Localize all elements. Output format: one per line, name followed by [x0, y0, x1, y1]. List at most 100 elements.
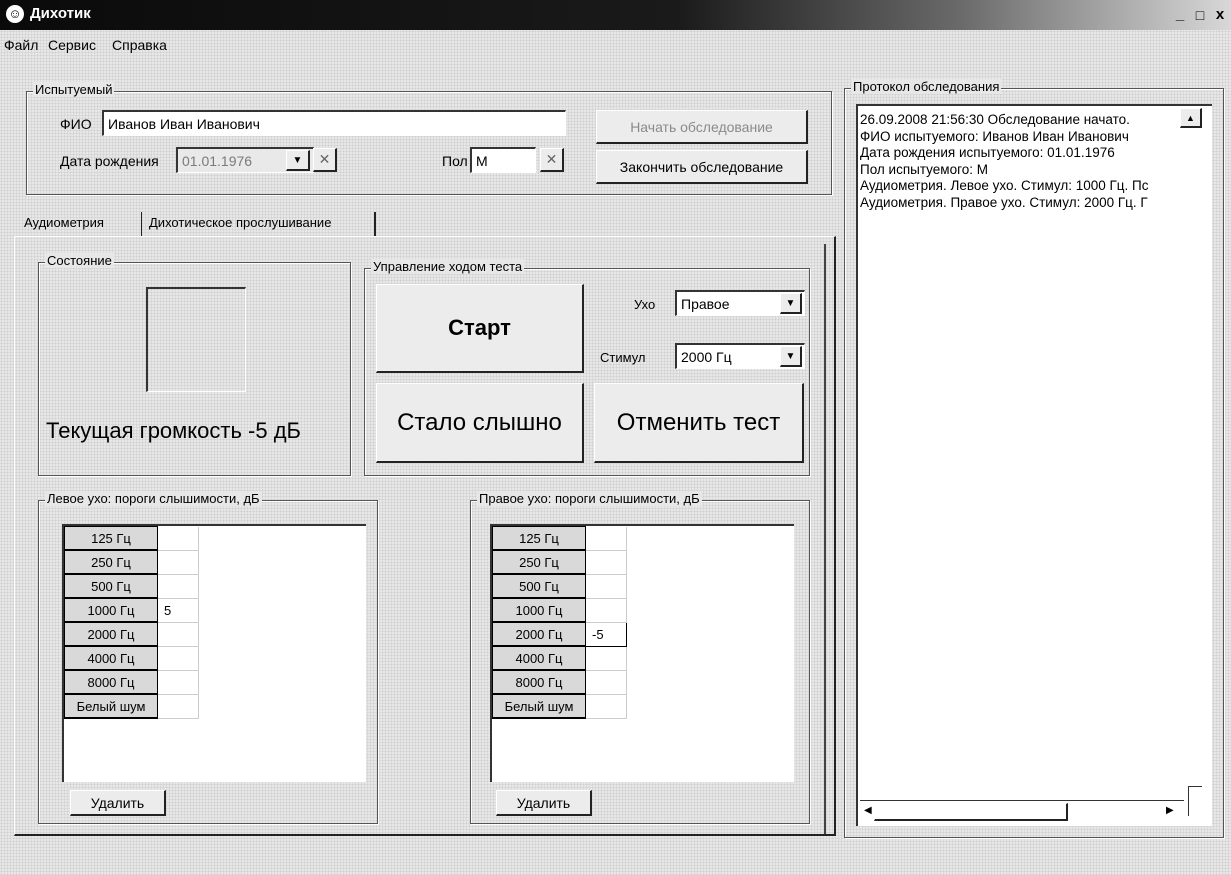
- panel-edge: [824, 244, 826, 834]
- table-row[interactable]: Белый шум: [64, 693, 199, 719]
- end-exam-button[interactable]: Закончить обследование: [596, 150, 808, 184]
- menu-service[interactable]: Сервис: [48, 37, 96, 53]
- ear-label: Ухо: [634, 297, 656, 312]
- freq-header: 1000 Гц: [492, 597, 586, 623]
- scrollbar-thumb[interactable]: [874, 803, 1068, 821]
- table-row[interactable]: 250 Гц: [492, 549, 627, 575]
- threshold-cell[interactable]: [585, 670, 627, 695]
- protocol-log[interactable]: 26.09.2008 21:56:30 Обследование начато.…: [856, 104, 1212, 826]
- table-row[interactable]: 4000 Гц: [492, 645, 627, 671]
- table-row[interactable]: 125 Гц: [64, 526, 199, 551]
- dropdown-arrow-icon[interactable]: ▼: [286, 150, 310, 171]
- freq-header: 2000 Гц: [492, 621, 586, 647]
- table-row[interactable]: 1000 Гц 5: [64, 597, 199, 623]
- table-row[interactable]: Белый шум: [492, 693, 627, 719]
- threshold-cell[interactable]: [157, 694, 199, 719]
- freq-header: Белый шум: [64, 693, 158, 719]
- clear-x-icon[interactable]: ✕: [540, 148, 564, 172]
- left-ear-group-title: Левое ухо: пороги слышимости, дБ: [45, 491, 262, 506]
- freq-header: 500 Гц: [64, 573, 158, 599]
- volume-indicator: [146, 287, 246, 392]
- table-row[interactable]: 500 Гц: [492, 573, 627, 599]
- sex-field[interactable]: М: [470, 147, 536, 173]
- menu-file[interactable]: Файл: [4, 37, 38, 53]
- protocol-lines: 26.09.2008 21:56:30 Обследование начато.…: [860, 112, 1180, 211]
- threshold-cell[interactable]: [585, 574, 627, 599]
- threshold-cell[interactable]: [157, 670, 199, 695]
- window-title: Дихотик: [30, 5, 91, 22]
- start-exam-button[interactable]: Начать обследование: [596, 110, 808, 144]
- table-row[interactable]: 8000 Гц: [64, 669, 199, 695]
- freq-header: 2000 Гц: [64, 621, 158, 647]
- freq-header: 4000 Гц: [64, 645, 158, 671]
- threshold-cell[interactable]: [585, 598, 627, 623]
- birth-date-label: Дата рождения: [60, 153, 159, 169]
- scroll-up-icon[interactable]: ▲: [1180, 108, 1202, 128]
- table-row[interactable]: 2000 Гц: [64, 621, 199, 647]
- test-control-group-title: Управление ходом теста: [371, 259, 525, 274]
- clear-x-icon[interactable]: ✕: [313, 148, 337, 172]
- tab-dichotic[interactable]: Дихотическое прослушивание: [145, 213, 335, 232]
- threshold-cell[interactable]: [157, 526, 199, 551]
- log-line: Аудиометрия. Правое ухо. Стимул: 2000 Гц…: [860, 194, 1148, 210]
- minimize-button[interactable]: _: [1170, 5, 1190, 25]
- left-delete-button[interactable]: Удалить: [70, 790, 166, 816]
- freq-header: 500 Гц: [492, 573, 586, 599]
- freq-header: 1000 Гц: [64, 597, 158, 623]
- resize-handle[interactable]: [1188, 786, 1202, 816]
- table-row[interactable]: 500 Гц: [64, 573, 199, 599]
- left-ear-grid: 125 Гц 250 Гц 500 Гц 1000 Гц 5 2000 Гц 4000 Гц…: [62, 524, 366, 782]
- right-delete-button[interactable]: Удалить: [496, 790, 592, 816]
- threshold-cell[interactable]: 5: [157, 598, 199, 623]
- close-button[interactable]: x: [1210, 5, 1230, 25]
- tab-divider: [374, 212, 376, 236]
- threshold-cell[interactable]: [585, 646, 627, 671]
- table-row[interactable]: 1000 Гц: [492, 597, 627, 623]
- threshold-cell[interactable]: [157, 574, 199, 599]
- threshold-cell[interactable]: [157, 550, 199, 575]
- threshold-cell[interactable]: [157, 646, 199, 671]
- start-button[interactable]: Старт: [376, 284, 584, 373]
- threshold-cell[interactable]: [585, 694, 627, 719]
- log-line: ФИО испытуемого: Иванов Иван Иванович: [860, 128, 1129, 144]
- dropdown-arrow-icon[interactable]: ▼: [780, 346, 802, 367]
- threshold-cell[interactable]: -5: [585, 621, 627, 647]
- maximize-button[interactable]: □: [1190, 5, 1210, 25]
- freq-header: 250 Гц: [64, 549, 158, 575]
- threshold-cell[interactable]: [585, 526, 627, 551]
- threshold-cell[interactable]: [157, 622, 199, 647]
- log-line: Пол испытуемого: М: [860, 161, 988, 177]
- freq-header: 8000 Гц: [492, 669, 586, 695]
- fio-field[interactable]: Иванов Иван Иванович: [102, 110, 566, 136]
- right-ear-grid: 125 Гц 250 Гц 500 Гц 1000 Гц 2000 Гц -5 4000 Г…: [490, 524, 794, 782]
- scroll-left-icon[interactable]: ◀: [864, 805, 872, 816]
- cancel-test-button[interactable]: Отменить тест: [594, 383, 804, 463]
- horizontal-scrollbar[interactable]: ◀ ▶: [860, 800, 1184, 824]
- menu-help[interactable]: Справка: [112, 37, 167, 53]
- freq-header: 125 Гц: [64, 526, 158, 551]
- right-ear-table: 125 Гц 250 Гц 500 Гц 1000 Гц 2000 Гц -5 4000 Г…: [492, 526, 627, 719]
- status-group-title: Состояние: [45, 253, 114, 268]
- title-bar: ☺ Дихотик _ □ x: [0, 0, 1231, 30]
- table-row[interactable]: 8000 Гц: [492, 669, 627, 695]
- freq-header: 250 Гц: [492, 549, 586, 575]
- subject-group-title: Испытуемый: [33, 82, 115, 97]
- threshold-cell[interactable]: [585, 550, 627, 575]
- tab-audiometry[interactable]: Аудиометрия: [20, 213, 108, 232]
- table-row[interactable]: 2000 Гц -5: [492, 621, 627, 647]
- tab-divider: [141, 212, 142, 236]
- freq-header: 4000 Гц: [492, 645, 586, 671]
- left-ear-table: 125 Гц 250 Гц 500 Гц 1000 Гц 5 2000 Гц 4000 Гц…: [64, 526, 199, 719]
- table-row[interactable]: 4000 Гц: [64, 645, 199, 671]
- smiley-icon: ☺: [6, 5, 24, 23]
- log-line: Дата рождения испытуемого: 01.01.1976: [860, 145, 1115, 160]
- table-row[interactable]: 250 Гц: [64, 549, 199, 575]
- birth-date-value: 01.01.1976: [182, 152, 253, 169]
- fio-label: ФИО: [60, 116, 92, 132]
- dropdown-arrow-icon[interactable]: ▼: [780, 293, 802, 314]
- right-ear-group-title: Правое ухо: пороги слышимости, дБ: [477, 491, 702, 506]
- heard-button[interactable]: Стало слышно: [376, 383, 584, 463]
- table-row[interactable]: 125 Гц: [492, 526, 627, 551]
- freq-header: 125 Гц: [492, 526, 586, 551]
- scroll-right-icon[interactable]: ▶: [1166, 805, 1174, 816]
